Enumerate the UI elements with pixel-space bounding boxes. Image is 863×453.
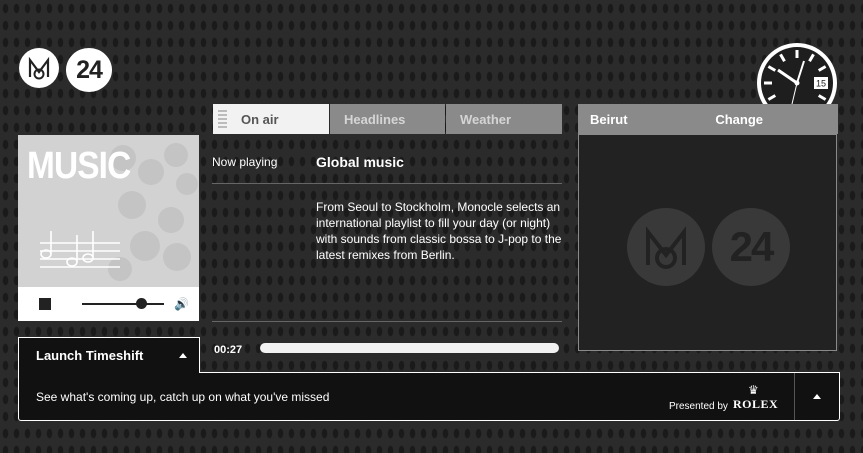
city-name: Beirut — [590, 111, 628, 127]
now-playing-label: Now playing — [212, 155, 278, 169]
divider — [212, 321, 562, 322]
playback-progress-bar[interactable] — [260, 343, 559, 353]
music-title: MUSIC — [27, 145, 131, 187]
decor-circle — [158, 207, 184, 233]
sponsor-logo[interactable]: ROLEX — [733, 397, 778, 412]
decor-circle — [138, 159, 164, 185]
elapsed-time: 00:27 — [214, 344, 243, 356]
change-city-button[interactable]: Change — [715, 112, 763, 127]
expand-timeshift-button[interactable] — [813, 394, 821, 399]
city-bar: Beirut Change — [578, 104, 838, 134]
presented-by-label: Presented by — [669, 401, 728, 412]
chevron-up-icon — [179, 353, 187, 358]
monocle-m-icon — [646, 226, 686, 269]
timeshift-panel: See what's coming up, catch up on what y… — [18, 372, 840, 421]
monocle-m-icon — [28, 56, 50, 80]
tab-on-air[interactable]: On air — [213, 104, 329, 134]
music-notes-icon — [40, 231, 120, 268]
watermark-monocle-logo — [627, 208, 705, 286]
divider — [212, 183, 562, 184]
m24-logo[interactable]: 24 — [66, 48, 112, 92]
tab-label: On air — [241, 111, 279, 127]
tab-headlines[interactable]: Headlines — [330, 104, 445, 134]
monocle-logo[interactable] — [19, 48, 59, 88]
timeshift-description: See what's coming up, catch up on what y… — [36, 390, 330, 404]
tab-label: Weather — [460, 111, 512, 127]
launch-timeshift-label: Launch Timeshift — [36, 348, 144, 363]
decor-circle — [163, 243, 191, 271]
speaker-icon[interactable]: 🔊 — [174, 297, 189, 311]
volume-slider-handle[interactable] — [135, 298, 147, 309]
tab-weather[interactable]: Weather — [446, 104, 562, 134]
watermark-m24-logo: 24 — [712, 208, 790, 286]
decor-circle — [130, 231, 160, 261]
divider — [794, 373, 795, 420]
now-playing-title: Global music — [316, 154, 404, 170]
launch-timeshift-button[interactable]: Launch Timeshift — [18, 337, 200, 373]
now-playing-description: From Seoul to Stockholm, Monocle selects… — [316, 200, 562, 262]
decor-circle — [176, 173, 198, 195]
stop-button[interactable] — [39, 298, 51, 310]
watch-date: 15 — [816, 79, 826, 89]
timeshift-tab-join — [19, 371, 199, 374]
player-controls: 🔊 — [18, 287, 199, 321]
tab-label: Headlines — [344, 111, 406, 127]
city-panel: 24 — [578, 134, 837, 351]
volume-slider-track[interactable] — [82, 303, 164, 305]
grip-icon — [218, 110, 227, 128]
crown-icon: ♛ — [748, 383, 759, 397]
music-artwork: MUSIC — [18, 135, 199, 287]
decor-circle — [118, 191, 146, 219]
decor-circle — [164, 143, 188, 167]
